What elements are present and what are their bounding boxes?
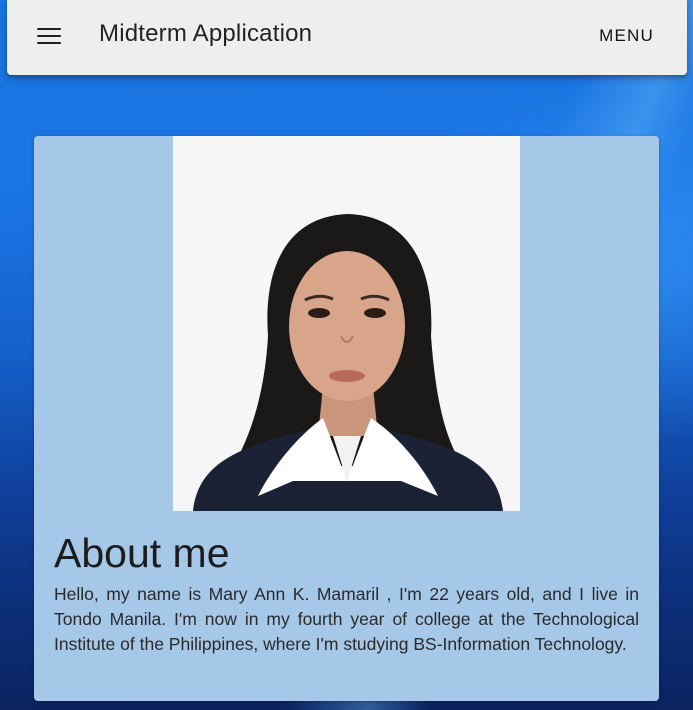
about-heading: About me <box>54 530 230 576</box>
about-card: About me Hello, my name is Mary Ann K. M… <box>34 136 659 701</box>
hamburger-menu-icon[interactable] <box>37 27 61 45</box>
app-bar: Midterm Application MENU <box>7 0 687 75</box>
page-background: Midterm Application MENU About me Hello,… <box>0 0 693 710</box>
profile-photo <box>173 136 520 511</box>
app-title: Midterm Application <box>99 20 313 47</box>
about-paragraph: Hello, my name is Mary Ann K. Mamaril , … <box>54 584 639 654</box>
menu-button[interactable]: MENU <box>599 26 654 46</box>
